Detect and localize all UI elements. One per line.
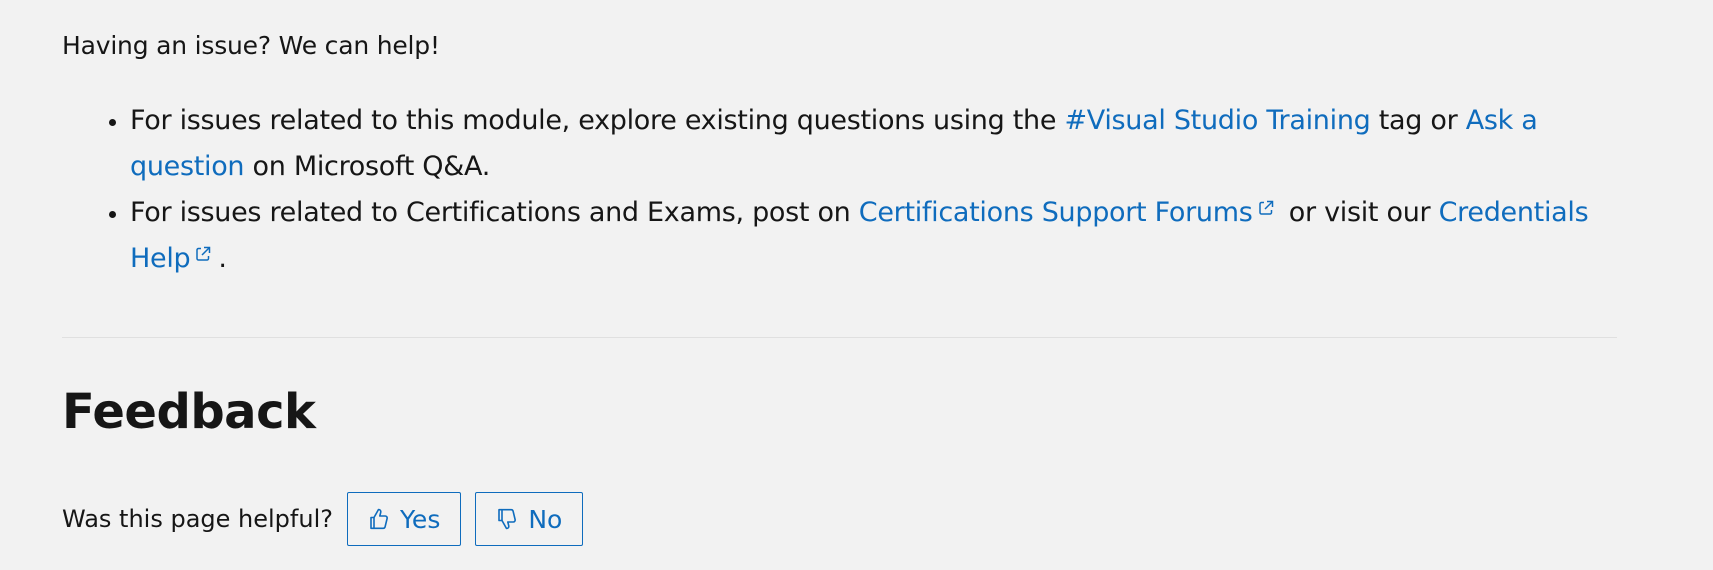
help-list: For issues related to this module, explo… <box>62 98 1650 282</box>
certifications-support-forums-label: Certifications Support Forums <box>858 197 1253 228</box>
help-item-text: For issues related to this module, explo… <box>130 105 1065 136</box>
list-item: For issues related to this module, explo… <box>130 98 1650 190</box>
yes-button[interactable]: Yes <box>346 492 462 546</box>
yes-label: Yes <box>399 504 441 534</box>
list-item: For issues related to Certifications and… <box>130 190 1650 282</box>
no-label: No <box>528 504 563 534</box>
help-intro: Having an issue? We can help! <box>62 31 440 60</box>
feedback-row: Was this page helpful? Yes No <box>62 491 597 547</box>
thumbs-down-icon <box>496 507 518 531</box>
thumbs-up-icon <box>368 507 390 531</box>
section-divider <box>62 337 1617 338</box>
help-item-text: tag or <box>1370 105 1466 136</box>
help-item-text: or visit our <box>1280 197 1439 228</box>
help-item-text: on Microsoft Q&A. <box>244 151 491 182</box>
no-button[interactable]: No <box>475 492 584 546</box>
external-link-icon <box>194 245 212 263</box>
feedback-heading: Feedback <box>62 384 316 440</box>
helpful-question: Was this page helpful? <box>62 505 333 533</box>
help-item-text: For issues related to Certifications and… <box>130 197 859 228</box>
visual-studio-training-tag-link[interactable]: #Visual Studio Training <box>1064 105 1370 136</box>
external-link-icon <box>1257 199 1275 217</box>
help-item-text: . <box>218 243 227 274</box>
certifications-support-forums-link[interactable]: Certifications Support Forums <box>859 197 1281 228</box>
